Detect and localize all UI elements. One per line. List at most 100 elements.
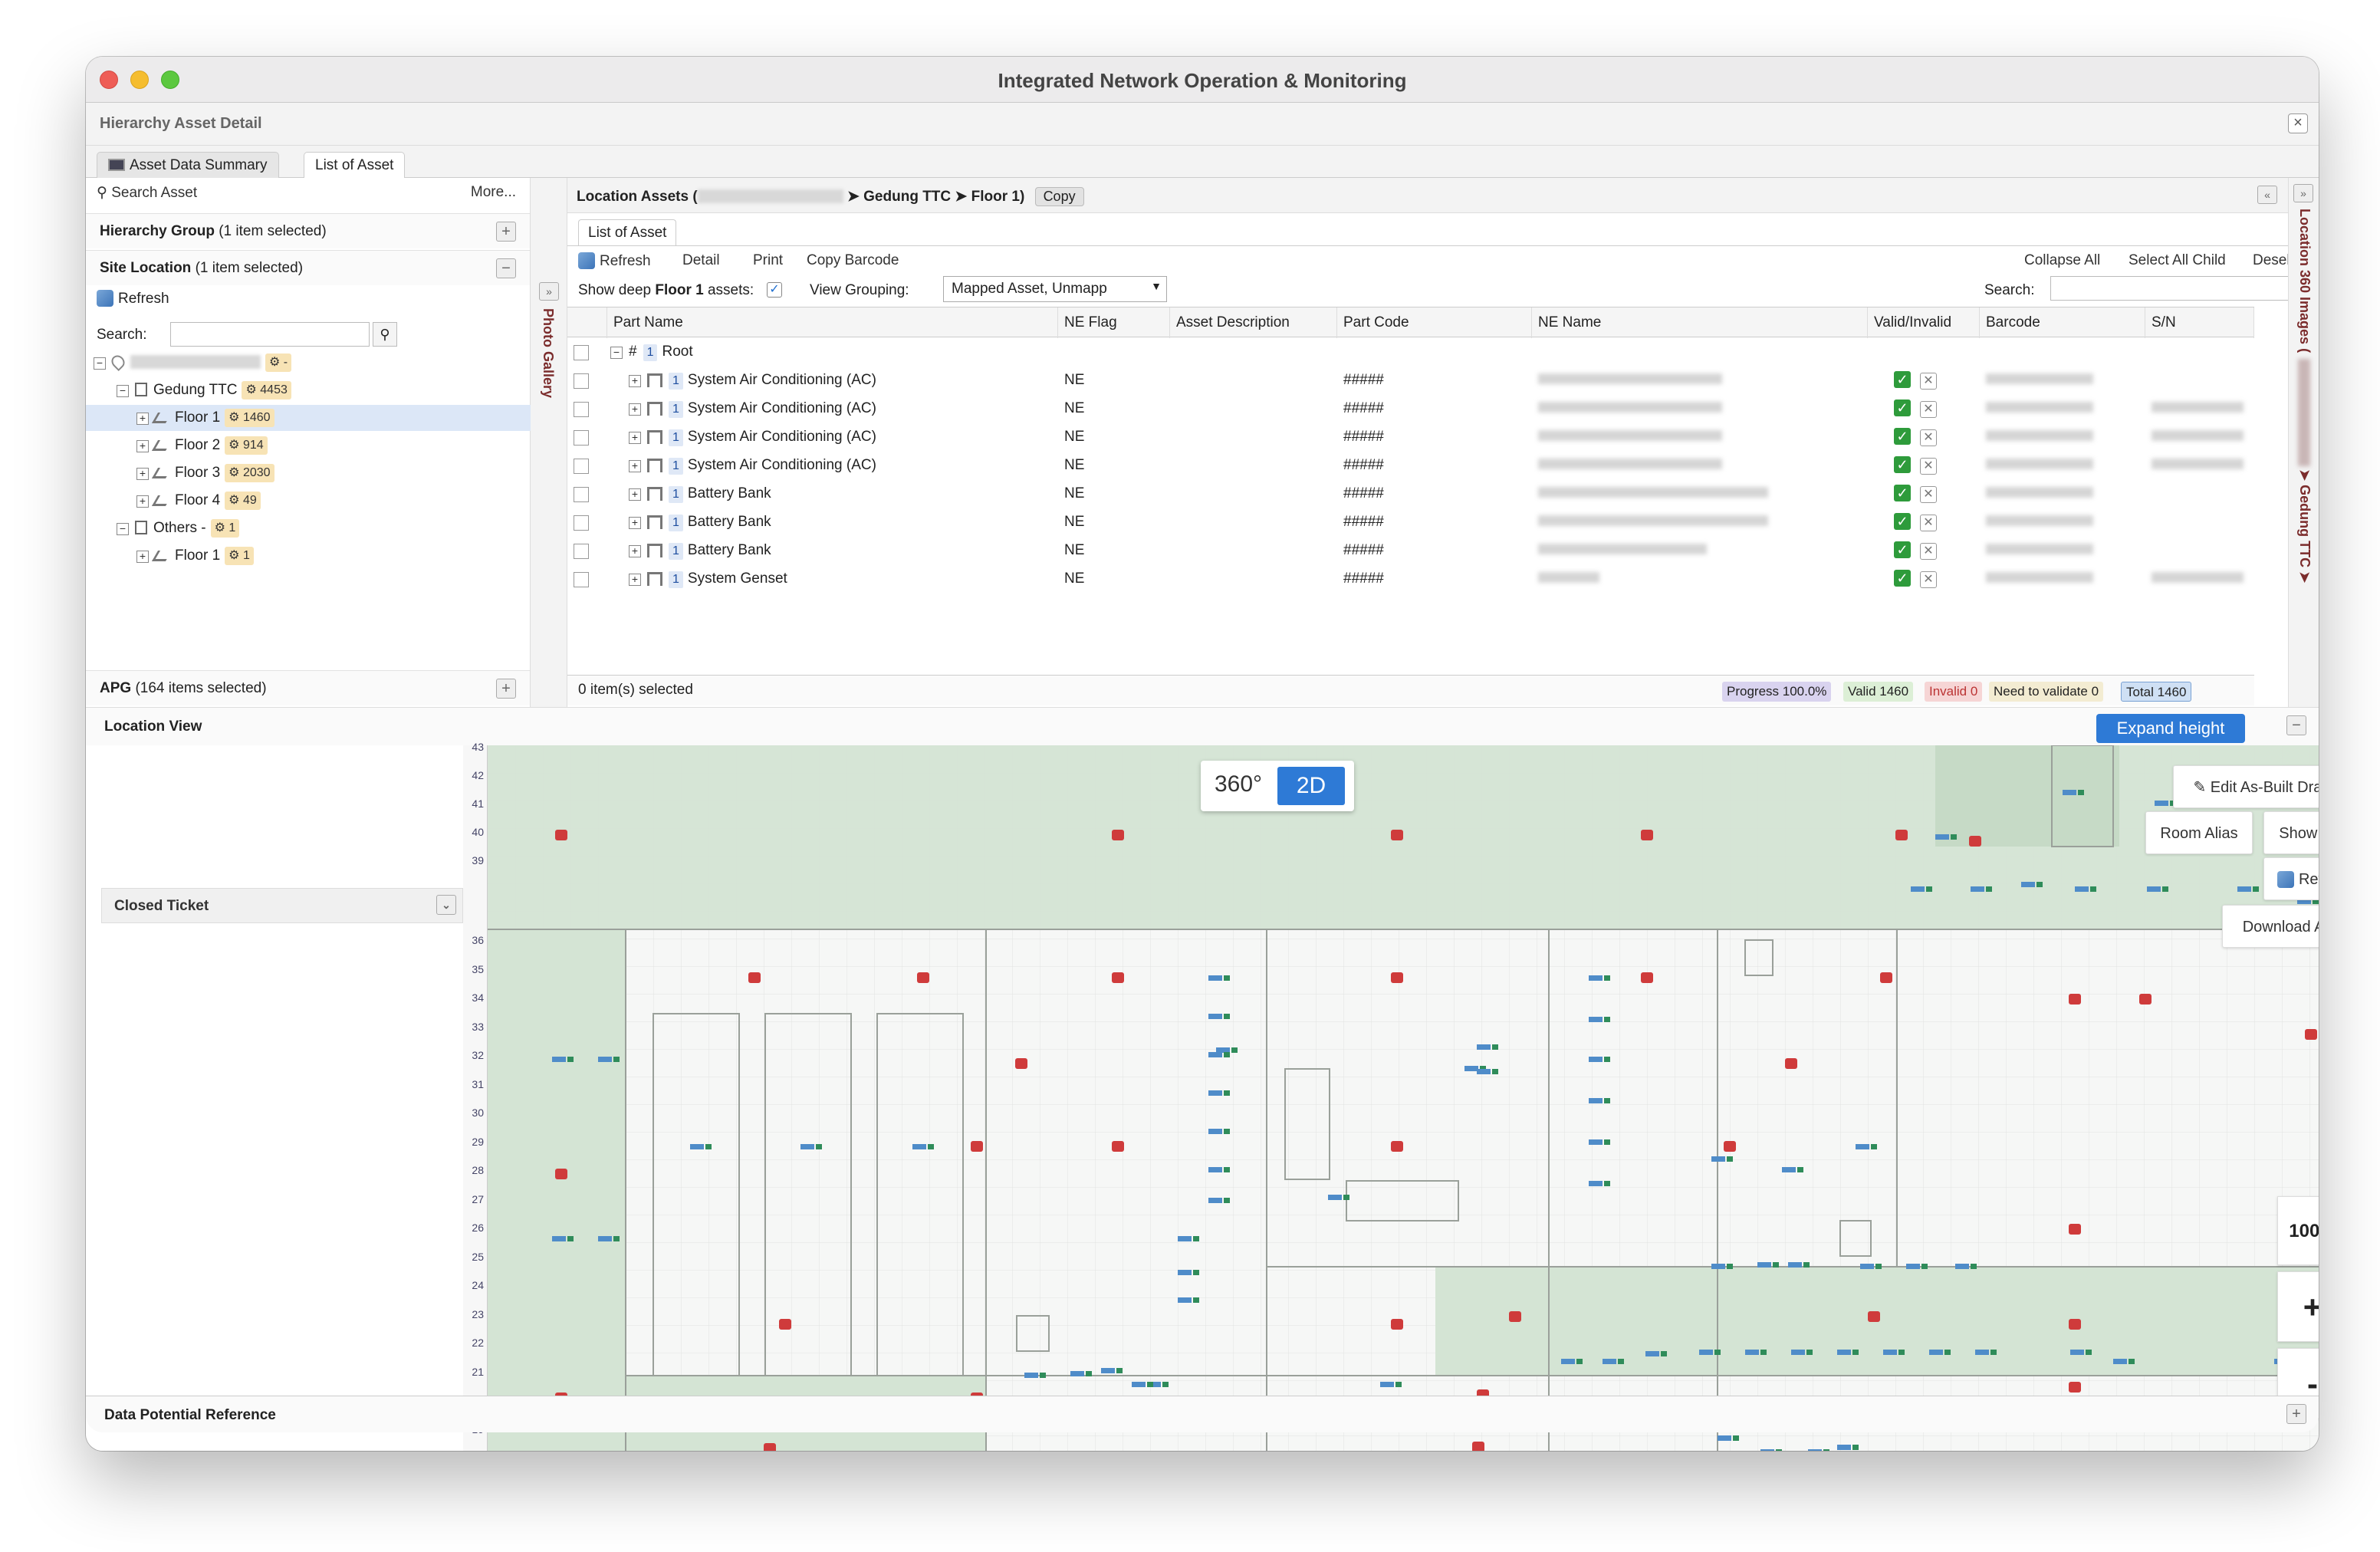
expand-icon[interactable]: + [136, 495, 149, 508]
table-row[interactable]: − #1 Root [567, 337, 2254, 366]
expand-icon[interactable]: + [496, 222, 516, 242]
valid-check-icon[interactable]: ✓ [1894, 428, 1911, 445]
hierarchy-group-section[interactable]: Hierarchy Group (1 item selected) + [86, 213, 530, 248]
table-row[interactable]: +1 System Air Conditioning (AC) NE ##### ✓ ✕ [567, 451, 2254, 479]
collapse-icon[interactable]: − [2286, 715, 2306, 735]
view-grouping-select[interactable]: Mapped Asset, Unmapp ▼ [943, 276, 1167, 302]
tab-list-of-asset-inner[interactable]: List of Asset [578, 219, 677, 245]
tree-node-floor-4[interactable]: + Floor 4 ⚙ 49 [136, 488, 261, 514]
data-potential-reference-section[interactable]: Data Potential Reference + [86, 1396, 2319, 1432]
expand-icon[interactable]: + [136, 551, 149, 563]
valid-check-icon[interactable]: ✓ [1894, 485, 1911, 501]
expand-icon[interactable]: + [629, 517, 641, 529]
print-button[interactable]: Print [753, 252, 783, 269]
chevron-right-icon[interactable]: » [539, 282, 559, 301]
tree-node-others-floor-1[interactable]: + Floor 1 ⚙ 1 [136, 543, 254, 569]
invalid-x-icon[interactable]: ✕ [1920, 486, 1937, 503]
expand-icon[interactable]: + [2286, 1404, 2306, 1424]
collapse-icon[interactable]: − [117, 523, 129, 535]
invalid-x-icon[interactable]: ✕ [1920, 571, 1937, 588]
tree-node-floor-3[interactable]: + Floor 3 ⚙ 2030 [136, 460, 274, 486]
apg-section[interactable]: APG (164 items selected) + [86, 670, 530, 705]
expand-icon[interactable]: + [629, 403, 641, 416]
tab-list-of-asset[interactable]: List of Asset [304, 152, 406, 179]
expand-icon[interactable]: + [629, 574, 641, 586]
tree-node-gedung-ttc[interactable]: − Gedung TTC ⚙ 4453 [117, 377, 291, 403]
table-row[interactable]: +1 Battery Bank NE ##### ✓ ✕ [567, 508, 2254, 536]
tree-node-floor-1[interactable]: + Floor 1 ⚙ 1460 [86, 405, 531, 431]
floor-plan-map[interactable] [488, 745, 2319, 1451]
table-row[interactable]: +1 System Genset NE ##### ✓ ✕ [567, 564, 2254, 589]
table-row[interactable]: +1 Battery Bank NE ##### ✓ ✕ [567, 479, 2254, 508]
invalid-x-icon[interactable]: ✕ [1920, 429, 1937, 446]
row-checkbox[interactable] [574, 515, 589, 531]
expand-icon[interactable]: + [629, 432, 641, 444]
tree-node-site[interactable]: − ⚙ - [94, 350, 292, 376]
row-checkbox[interactable] [574, 402, 589, 417]
chevron-down-icon[interactable]: ⌄ [436, 895, 456, 915]
row-checkbox[interactable] [574, 459, 589, 474]
valid-check-icon[interactable]: ✓ [1894, 400, 1911, 416]
select-all-child-button[interactable]: Select All Child [2129, 252, 2226, 269]
tree-node-others[interactable]: − Others - ⚙ 1 [117, 515, 240, 541]
download-abd-button[interactable]: Download ABD [2222, 905, 2319, 948]
chevron-left-icon[interactable]: « [2257, 186, 2277, 204]
expand-icon[interactable]: + [629, 460, 641, 472]
invalid-x-icon[interactable]: ✕ [1920, 458, 1937, 475]
invalid-x-icon[interactable]: ✕ [1920, 543, 1937, 560]
zoom-in-button[interactable]: + [2277, 1271, 2319, 1342]
collapse-icon[interactable]: − [496, 258, 516, 278]
column-ne-name[interactable]: NE Name [1532, 307, 1868, 338]
close-panel-button[interactable]: × [2288, 113, 2308, 133]
row-checkbox[interactable] [574, 572, 589, 587]
collapse-all-button[interactable]: Collapse All [2024, 252, 2100, 269]
column-part-code[interactable]: Part Code [1337, 307, 1532, 338]
expand-icon[interactable]: + [136, 413, 149, 425]
photo-gallery-strip[interactable]: » Photo Gallery [531, 178, 567, 707]
row-checkbox[interactable] [574, 487, 589, 502]
tab-asset-data-summary[interactable]: Asset Data Summary [97, 152, 279, 178]
tree-search-input[interactable] [170, 322, 370, 347]
valid-check-icon[interactable]: ✓ [1894, 570, 1911, 587]
column-barcode[interactable]: Barcode [1980, 307, 2145, 338]
expand-icon[interactable]: + [136, 468, 149, 480]
row-checkbox[interactable] [574, 430, 589, 446]
detail-button[interactable]: Detail [682, 252, 720, 269]
collapse-icon[interactable]: − [94, 357, 106, 370]
column-asset-description[interactable]: Asset Description [1170, 307, 1337, 338]
search-icon[interactable]: ⚲ [373, 322, 397, 347]
valid-check-icon[interactable]: ✓ [1894, 371, 1911, 388]
more-button[interactable]: More... [471, 184, 516, 201]
refresh-button[interactable]: Refresh [578, 252, 651, 270]
expand-height-button[interactable]: Expand height [2096, 714, 2245, 743]
table-row[interactable]: +1 Battery Bank NE ##### ✓ ✕ [567, 536, 2254, 564]
show-deep-checkbox[interactable]: ✓ [767, 282, 782, 298]
collapse-icon[interactable]: − [610, 347, 623, 359]
closed-ticket-section[interactable]: Closed Ticket ⌄ [101, 888, 463, 923]
edit-as-built-drawing-button[interactable]: ✎ Edit As-Built Drawing [2173, 765, 2319, 808]
tree-node-floor-2[interactable]: + Floor 2 ⚙ 914 [136, 432, 268, 459]
expand-icon[interactable]: + [496, 679, 516, 699]
table-row[interactable]: +1 System Air Conditioning (AC) NE ##### ✓ ✕ [567, 394, 2254, 423]
show-line-button[interactable]: Show Line [2263, 811, 2319, 854]
row-checkbox[interactable] [574, 373, 589, 389]
column-sn[interactable]: S/N [2145, 307, 2254, 338]
invalid-x-icon[interactable]: ✕ [1920, 373, 1937, 390]
column-part-name[interactable]: Part Name [607, 307, 1058, 338]
grid-search-input[interactable] [2050, 276, 2303, 301]
location-360-strip[interactable]: » Location 360 Images ( ➤ Gedung TTC ➤ [2288, 178, 2319, 707]
copy-barcode-button[interactable]: Copy Barcode [807, 252, 899, 269]
valid-check-icon[interactable]: ✓ [1894, 541, 1911, 558]
invalid-x-icon[interactable]: ✕ [1920, 401, 1937, 418]
valid-check-icon[interactable]: ✓ [1894, 456, 1911, 473]
column-valid-invalid[interactable]: Valid/Invalid [1868, 307, 1980, 338]
table-row[interactable]: +1 System Air Conditioning (AC) NE ##### ✓ ✕ [567, 366, 2254, 394]
chevron-right-icon[interactable]: » [2293, 184, 2313, 202]
site-location-section[interactable]: Site Location (1 item selected) − [86, 250, 530, 285]
expand-icon[interactable]: + [629, 375, 641, 387]
table-row[interactable]: +1 System Air Conditioning (AC) NE ##### ✓ ✕ [567, 423, 2254, 451]
expand-icon[interactable]: + [629, 545, 641, 557]
sidebar-refresh-button[interactable]: Refresh [97, 290, 541, 307]
row-checkbox[interactable] [574, 345, 589, 360]
view-2d-button[interactable]: 2D [1277, 767, 1345, 805]
